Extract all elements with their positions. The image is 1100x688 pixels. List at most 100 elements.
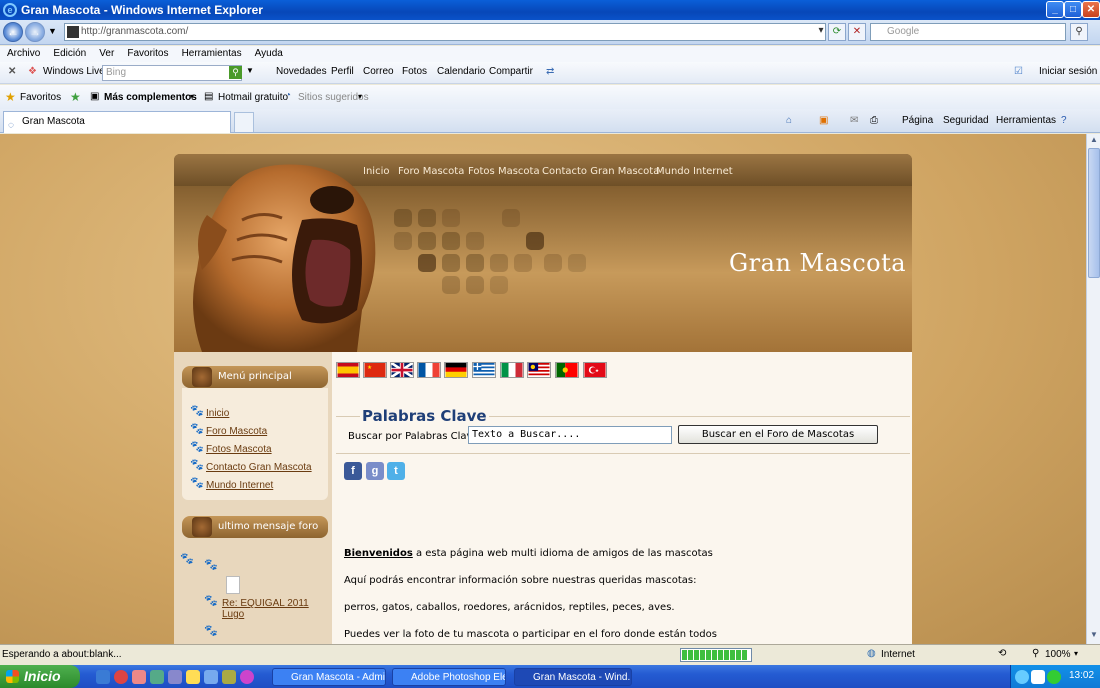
menu-herramientas[interactable]: Herramientas — [182, 46, 242, 62]
scroll-up-icon[interactable]: ▲ — [1088, 135, 1100, 147]
flag-germany-icon[interactable] — [444, 362, 468, 378]
tray-network-icon[interactable] — [1015, 670, 1029, 684]
menu-link-foro[interactable]: Foro Mascota — [206, 426, 267, 437]
nav-fotos-mascota[interactable]: Fotos Mascota — [468, 166, 540, 177]
quicklaunch-ie-icon[interactable] — [96, 670, 110, 684]
quicklaunch-mail-icon[interactable] — [132, 670, 146, 684]
forum-search-button[interactable]: Buscar en el Foro de Mascotas — [678, 425, 878, 444]
facebook-icon[interactable]: f — [344, 462, 362, 480]
live-link-correo[interactable]: Correo — [363, 66, 394, 77]
flag-turkey-icon[interactable]: ★ — [583, 362, 607, 378]
flag-greece-icon[interactable] — [472, 362, 496, 378]
clock[interactable]: 13:02 — [1069, 670, 1094, 681]
svg-text:★: ★ — [367, 365, 372, 371]
scroll-down-icon[interactable]: ▼ — [1088, 630, 1100, 642]
more-addons-dropdown-icon[interactable]: ▾ — [190, 92, 194, 101]
help-icon[interactable]: ? — [1061, 115, 1067, 126]
menu-link-mundo[interactable]: Mundo Internet — [206, 480, 273, 491]
menu-ver[interactable]: Ver — [99, 46, 114, 62]
quicklaunch-chrome-icon[interactable] — [114, 670, 128, 684]
flag-italy-icon[interactable] — [500, 362, 524, 378]
nav-foro-mascota[interactable]: Foro Mascota — [398, 166, 464, 177]
windows-live-brand[interactable]: Windows Live — [43, 66, 105, 77]
tray-security-icon[interactable] — [1047, 670, 1061, 684]
menu-link-fotos[interactable]: Fotos Mascota — [206, 444, 272, 455]
quicklaunch-app2-icon[interactable] — [204, 670, 218, 684]
live-link-novedades[interactable]: Novedades — [276, 66, 327, 77]
quicklaunch-app3-icon[interactable] — [222, 670, 236, 684]
page-menu[interactable]: Página — [902, 115, 933, 126]
tray-app-icon[interactable] — [1031, 670, 1045, 684]
mail-icon[interactable]: ✉ — [850, 115, 858, 126]
new-tab-button[interactable] — [234, 112, 254, 132]
task-gran-mascota-ie[interactable]: Gran Mascota - Wind... — [514, 668, 632, 686]
google-search-input[interactable]: Google — [870, 23, 1066, 41]
flag-china-icon[interactable]: ★ — [363, 362, 387, 378]
keyword-search-input[interactable]: Texto a Buscar.... — [468, 426, 672, 444]
task-photoshop[interactable]: Adobe Photoshop Ele... — [392, 668, 506, 686]
forward-button[interactable]: → — [25, 22, 45, 42]
vertical-scrollbar[interactable]: ▲ ▼ — [1086, 134, 1100, 644]
start-button[interactable]: Inicio — [0, 665, 80, 688]
nav-contacto[interactable]: Contacto Gran Mascota — [542, 166, 659, 177]
close-button[interactable]: ✕ — [1082, 1, 1100, 18]
rss-icon[interactable]: ▣ — [819, 115, 828, 126]
google-icon[interactable]: g — [366, 462, 384, 480]
menu-link-contacto[interactable]: Contacto Gran Mascota — [206, 462, 312, 473]
quicklaunch-app4-icon[interactable] — [240, 670, 254, 684]
quicklaunch-app-icon[interactable] — [168, 670, 182, 684]
menu-edicion[interactable]: Edición — [53, 46, 86, 62]
twitter-icon[interactable]: t — [387, 462, 405, 480]
flag-malaysia-icon[interactable] — [527, 362, 551, 378]
bing-dropdown-icon[interactable]: ▼ — [246, 66, 254, 75]
address-bar[interactable]: http://granmascota.com/ — [64, 23, 826, 41]
live-link-perfil[interactable]: Perfil — [331, 66, 354, 77]
minimize-button[interactable]: _ — [1046, 1, 1064, 18]
bing-search-icon[interactable]: ⚲ — [229, 66, 242, 79]
paw-icon: 🐾 — [204, 595, 218, 607]
flag-spain-icon[interactable] — [336, 362, 360, 378]
zoom-level[interactable]: 100% — [1045, 649, 1071, 660]
live-link-fotos[interactable]: Fotos — [402, 66, 427, 77]
menu-favoritos[interactable]: Favoritos — [127, 46, 168, 62]
close-toolbar-icon[interactable]: ✕ — [8, 66, 16, 77]
suggested-dropdown-icon[interactable]: ▾ — [358, 92, 362, 101]
tab-gran-mascota[interactable]: ◌ Gran Mascota — [3, 111, 231, 133]
maximize-button[interactable]: □ — [1064, 1, 1082, 18]
favorites-button[interactable]: Favoritos — [20, 92, 61, 103]
forum-last-post-link[interactable]: Re: EQUIGAL 2011 Lugo — [222, 598, 318, 620]
quicklaunch-media-icon[interactable] — [150, 670, 164, 684]
more-addons-button[interactable]: Más complementos — [104, 92, 197, 103]
protected-mode-icon[interactable]: ⟲ — [998, 648, 1006, 659]
add-favorite-icon[interactable]: ★ — [70, 90, 81, 104]
tools-menu[interactable]: Herramientas — [996, 115, 1056, 126]
menu-link-inicio[interactable]: Inicio — [206, 408, 229, 419]
flag-portugal-icon[interactable] — [555, 362, 579, 378]
menu-ayuda[interactable]: Ayuda — [255, 46, 283, 62]
system-tray: 13:02 — [1010, 665, 1100, 688]
hotmail-link[interactable]: Hotmail gratuito — [218, 92, 288, 103]
ie-icon: e — [3, 3, 17, 17]
translate-icon[interactable]: ⇄ — [546, 66, 554, 77]
scroll-thumb[interactable] — [1088, 148, 1100, 278]
signin-link[interactable]: Iniciar sesión — [1039, 66, 1097, 77]
quicklaunch-folder-icon[interactable] — [186, 670, 200, 684]
home-icon[interactable]: ⌂ — [786, 115, 792, 126]
flag-uk-icon[interactable] — [390, 362, 414, 378]
live-link-calendario[interactable]: Calendario — [437, 66, 485, 77]
refresh-button[interactable]: ⟳ — [828, 23, 846, 41]
flag-france-icon[interactable] — [417, 362, 441, 378]
zoom-icon[interactable]: ⚲ — [1032, 648, 1039, 659]
security-menu[interactable]: Seguridad — [943, 115, 989, 126]
live-link-compartir[interactable]: Compartir — [489, 66, 533, 77]
history-dropdown-icon[interactable]: ▼ — [48, 26, 57, 36]
bing-search-input[interactable]: Bing — [102, 65, 242, 81]
menu-archivo[interactable]: Archivo — [7, 46, 40, 62]
nav-mundo-internet[interactable]: Mundo Internet — [656, 166, 733, 177]
print-icon[interactable]: ⎙ — [870, 115, 878, 126]
search-icon[interactable]: ⚲ — [1070, 23, 1088, 41]
back-button[interactable]: ← — [3, 22, 23, 42]
stop-button[interactable]: ✕ — [848, 23, 866, 41]
zoom-dropdown-icon[interactable]: ▾ — [1074, 649, 1078, 658]
task-gran-mascota-admin[interactable]: Gran Mascota - Admi... — [272, 668, 386, 686]
